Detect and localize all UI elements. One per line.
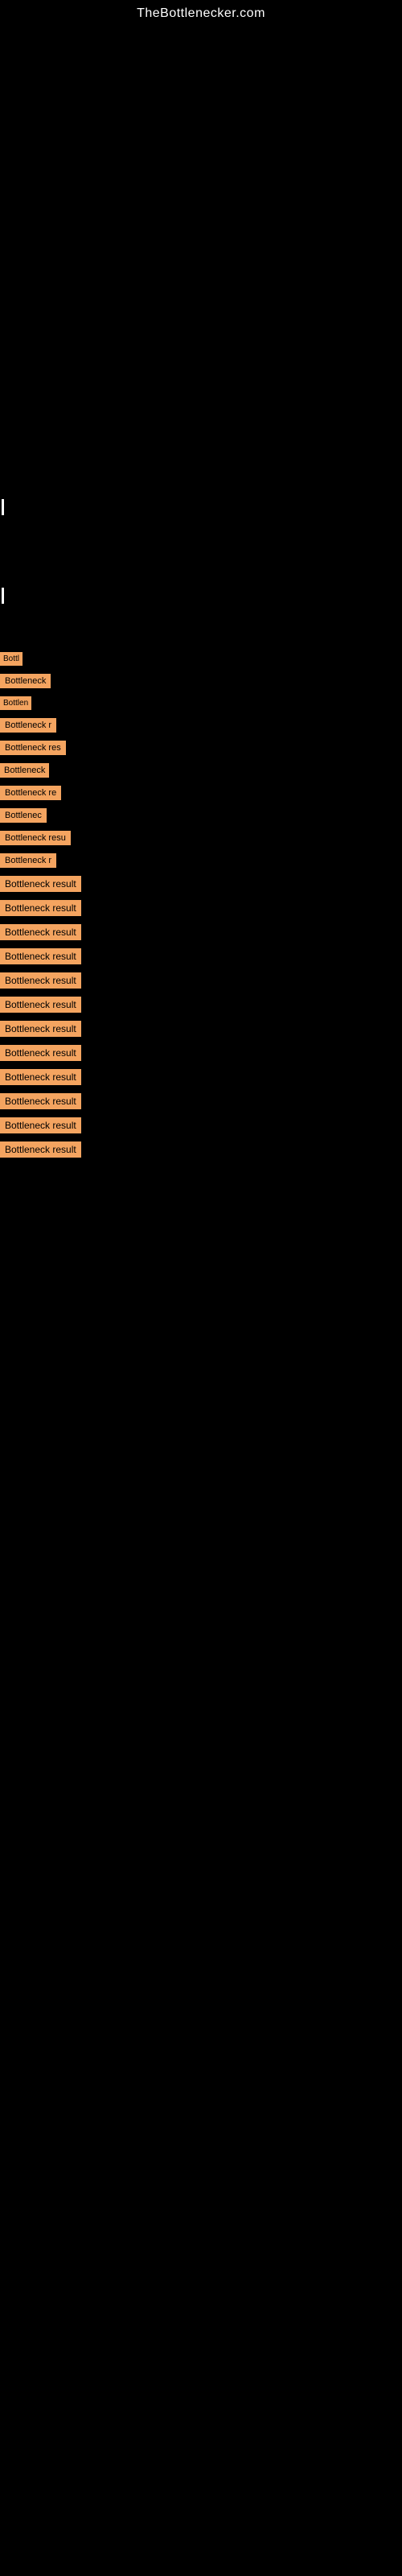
list-item[interactable]: Bottleneck result (0, 1045, 402, 1061)
list-item[interactable]: Bottleneck result (0, 900, 402, 916)
bottleneck-result-badge: Bottleneck result (0, 972, 81, 989)
list-item[interactable]: Bottleneck r (0, 718, 402, 733)
list-item[interactable]: Bottl (0, 652, 402, 666)
list-item[interactable]: Bottleneck (0, 763, 402, 778)
list-item[interactable]: Bottleneck result (0, 924, 402, 940)
bottleneck-result-badge: Bottleneck result (0, 1069, 81, 1085)
bottleneck-result-badge: Bottleneck resu (0, 831, 71, 845)
bottleneck-result-badge: Bottleneck result (0, 1117, 81, 1133)
bottleneck-result-badge: Bottleneck result (0, 1093, 81, 1109)
bottleneck-result-badge: Bottleneck result (0, 997, 81, 1013)
bottleneck-result-badge: Bottleneck res (0, 741, 66, 755)
list-item[interactable]: Bottleneck result (0, 997, 402, 1013)
list-item[interactable]: Bottlenec (0, 808, 402, 823)
list-item[interactable]: Bottleneck r (0, 853, 402, 868)
bottleneck-result-badge: Bottleneck re (0, 786, 61, 800)
list-item[interactable]: Bottleneck result (0, 972, 402, 989)
bottleneck-result-badge: Bottleneck (0, 674, 51, 688)
list-item[interactable]: Bottleneck (0, 674, 402, 688)
bottleneck-result-badge: Bottleneck result (0, 948, 81, 964)
list-item[interactable]: Bottleneck resu (0, 831, 402, 845)
list-item[interactable]: Bottleneck res (0, 741, 402, 755)
list-item[interactable]: Bottleneck result (0, 1141, 402, 1158)
bottleneck-result-badge: Bottleneck result (0, 900, 81, 916)
bottleneck-result-badge: Bottleneck result (0, 1021, 81, 1037)
list-item[interactable]: Bottleneck result (0, 948, 402, 964)
bottleneck-results-list: Bottl Bottleneck Bottlen Bottleneck r Bottle… (0, 652, 402, 1166)
list-item[interactable]: Bottlen (0, 696, 402, 710)
list-item[interactable]: Bottleneck result (0, 1069, 402, 1085)
list-item[interactable]: Bottleneck result (0, 876, 402, 892)
bottleneck-result-badge: Bottleneck result (0, 1045, 81, 1061)
bottleneck-result-badge: Bottleneck result (0, 876, 81, 892)
bottleneck-result-badge: Bottleneck result (0, 1141, 81, 1158)
list-item[interactable]: Bottleneck result (0, 1117, 402, 1133)
bottleneck-result-badge: Bottleneck result (0, 924, 81, 940)
list-item[interactable]: Bottleneck re (0, 786, 402, 800)
bottleneck-result-badge: Bottlen (0, 696, 31, 710)
site-title: TheBottlenecker.com (0, 0, 402, 21)
bottleneck-result-badge: Bottleneck r (0, 853, 56, 868)
list-item[interactable]: Bottleneck result (0, 1021, 402, 1037)
list-item[interactable]: Bottleneck result (0, 1093, 402, 1109)
cursor-bar-1 (2, 499, 4, 515)
bottleneck-result-badge: Bottleneck (0, 763, 49, 778)
bottleneck-result-badge: Bottleneck r (0, 718, 56, 733)
bottleneck-result-badge: Bottl (0, 652, 23, 666)
bottleneck-result-badge: Bottlenec (0, 808, 47, 823)
cursor-bar-2 (2, 588, 4, 604)
